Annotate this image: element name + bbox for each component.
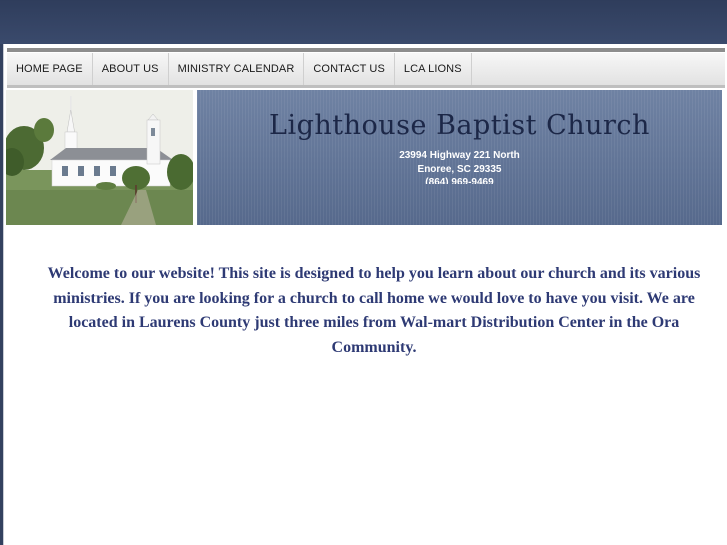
welcome-message: Welcome to our website! This site is des…	[47, 265, 701, 356]
nav-ministry-calendar[interactable]: MINISTRY CALENDAR	[169, 53, 305, 85]
church-banner: Lighthouse Baptist Church 23994 Highway …	[197, 90, 722, 225]
top-divider-stripe	[7, 48, 725, 52]
address-street: 23994 Highway 221 North	[399, 150, 520, 161]
nav-home-page[interactable]: HOME PAGE	[7, 53, 93, 85]
church-name-title: Lighthouse Baptist Church	[269, 110, 650, 141]
nav-contact-us[interactable]: CONTACT US	[304, 53, 395, 85]
top-header-band	[0, 0, 727, 44]
phone-number: (864) 969-9469	[425, 177, 494, 184]
address-city: Enoree, SC 29335	[417, 164, 502, 175]
nav-lca-lions[interactable]: LCA LIONS	[395, 53, 472, 85]
nav-about-us[interactable]: ABOUT US	[93, 53, 169, 85]
page-container: HOME PAGE ABOUT US MINISTRY CALENDAR CON…	[3, 44, 727, 545]
church-photo	[6, 90, 193, 225]
main-navigation: HOME PAGE ABOUT US MINISTRY CALENDAR CON…	[7, 53, 725, 88]
